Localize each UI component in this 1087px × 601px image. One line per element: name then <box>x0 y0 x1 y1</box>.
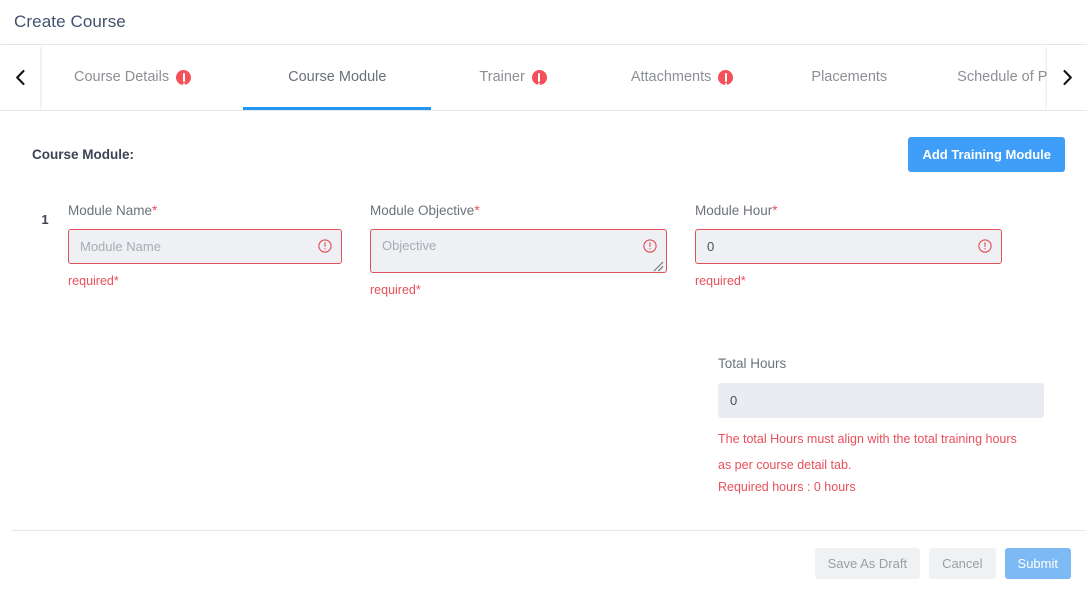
add-training-module-button[interactable]: Add Training Module <box>908 137 1065 172</box>
total-hours-group: Total Hours The total Hours must align w… <box>718 356 1044 494</box>
tabs-track: Course Details Course Module Trainer Att… <box>40 45 1047 110</box>
module-objective-error: required* <box>370 283 421 297</box>
tab-label: Attachments <box>630 69 712 86</box>
module-section-header: Course Module: Add Training Module <box>22 111 1065 172</box>
module-hour-label: Module Hour* <box>695 203 1002 218</box>
module-name-label-text: Module Name <box>68 203 153 218</box>
tab-trainer[interactable]: Trainer <box>431 45 594 110</box>
cancel-button[interactable]: Cancel <box>929 548 996 579</box>
error-badge-icon <box>531 70 547 85</box>
module-hour-input[interactable] <box>695 229 1002 264</box>
save-as-draft-button[interactable]: Save As Draft <box>814 548 921 579</box>
tab-label: Course Details <box>74 69 170 86</box>
error-badge-icon <box>718 70 734 85</box>
tab-schedule-of-price[interactable]: Schedule of Price <box>929 45 1047 110</box>
footer-divider <box>11 530 1086 531</box>
module-objective-label: Module Objective* <box>370 203 667 218</box>
submit-button[interactable]: Submit <box>1004 548 1071 579</box>
total-hours-input <box>718 383 1044 418</box>
chevron-left-icon <box>14 69 27 86</box>
module-name-label: Module Name* <box>68 203 342 218</box>
course-module-heading: Course Module: <box>32 147 135 162</box>
required-marker: * <box>152 203 158 218</box>
tab-attachments[interactable]: Attachments <box>595 45 770 110</box>
module-objective-field-group: Module Objective* r <box>370 203 695 297</box>
required-hours-note: Required hours : 0 hours <box>718 480 856 494</box>
tab-label: Trainer <box>479 69 525 86</box>
module-hour-input-wrap <box>695 229 1002 264</box>
module-row: 1 Module Name* required* Mod <box>22 203 1065 297</box>
tab-label: Course Module <box>288 69 387 86</box>
tab-placements[interactable]: Placements <box>769 45 929 110</box>
footer-actions: Save As Draft Cancel Submit <box>814 548 1071 579</box>
page-title: Create Course <box>14 12 126 31</box>
module-objective-label-text: Module Objective <box>370 203 475 218</box>
module-name-field-group: Module Name* required* <box>68 203 370 288</box>
tabs-scroll-left-button[interactable] <box>0 45 40 110</box>
module-name-input-wrap <box>68 229 342 264</box>
course-module-panel: Course Module: Add Training Module 1 Mod… <box>0 111 1087 297</box>
required-marker: * <box>772 203 778 218</box>
error-badge-icon <box>176 70 192 85</box>
module-objective-input-wrap <box>370 229 667 273</box>
tab-label: Schedule of Price <box>957 69 1047 86</box>
tabs-scroll-right-button[interactable] <box>1047 45 1087 110</box>
tab-label: Placements <box>811 69 888 86</box>
tab-course-details[interactable]: Course Details <box>40 45 243 110</box>
required-marker: * <box>474 203 480 218</box>
tabs-viewport: Course Details Course Module Trainer Att… <box>40 45 1047 110</box>
chevron-right-icon <box>1061 69 1074 86</box>
module-hour-error: required* <box>695 274 746 288</box>
tab-course-module[interactable]: Course Module <box>243 45 432 110</box>
module-name-input[interactable] <box>68 229 342 264</box>
module-row-index: 1 <box>41 212 49 227</box>
module-hour-label-text: Module Hour <box>695 203 773 218</box>
module-name-error: required* <box>68 274 119 288</box>
module-hour-field-group: Module Hour* required* <box>695 203 1002 288</box>
module-objective-textarea[interactable] <box>370 229 667 273</box>
page-header: Create Course <box>0 0 1087 44</box>
total-hours-note: The total Hours must align with the tota… <box>718 432 1017 472</box>
total-hours-label: Total Hours <box>718 356 787 371</box>
tab-strip: Course Details Course Module Trainer Att… <box>0 45 1087 110</box>
